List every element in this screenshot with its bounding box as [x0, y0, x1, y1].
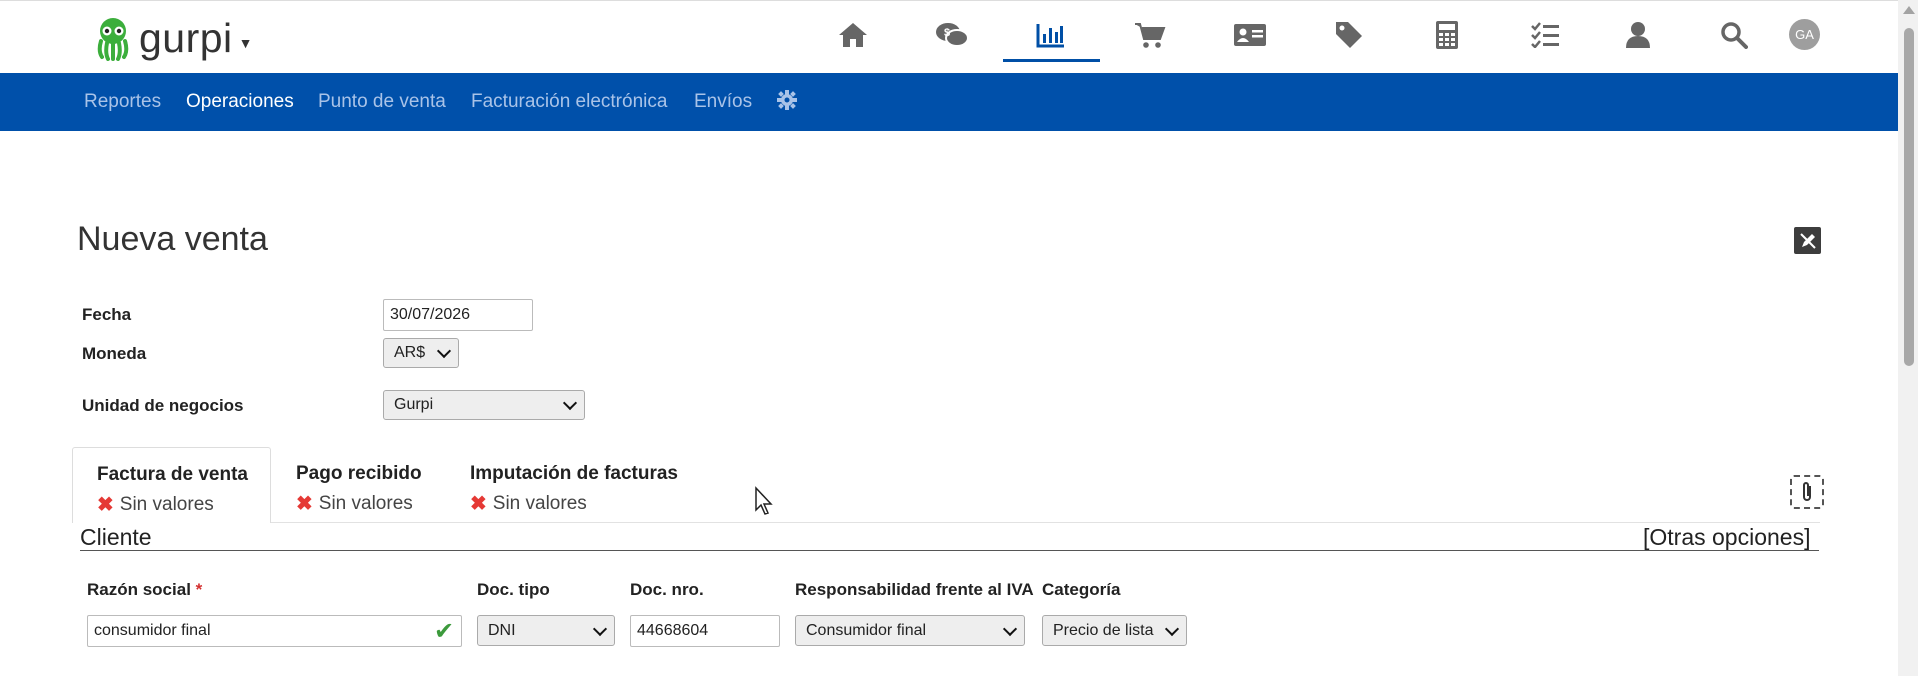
- fecha-input[interactable]: [383, 299, 533, 331]
- subnav-item-envios[interactable]: Envíos: [694, 91, 752, 113]
- fecha-label: Fecha: [82, 305, 132, 324]
- pencil-off-icon: [1799, 232, 1816, 249]
- chat-money-icon[interactable]: $: [934, 17, 970, 53]
- paperclip-icon: [1803, 482, 1811, 501]
- categoria-select[interactable]: Precio de lista: [1042, 615, 1187, 646]
- active-nav-indicator: [1003, 59, 1100, 62]
- resp-iva-label: Responsabilidad frente al IVA: [795, 580, 1034, 599]
- octopus-logo-icon: [97, 17, 129, 61]
- doc-tipo-value: DNI: [488, 621, 516, 639]
- avatar[interactable]: GA: [1789, 19, 1820, 50]
- cliente-section-title: Cliente: [80, 524, 152, 550]
- unidad-select[interactable]: Gurpi: [383, 390, 585, 420]
- tab-status-text: Sin valores: [119, 493, 214, 515]
- unidad-value: Gurpi: [394, 396, 434, 413]
- sub-nav-bar: Reportes Operaciones Punto de venta Fact…: [0, 73, 1898, 131]
- app-logo[interactable]: gurpi ▼: [95, 15, 253, 62]
- svg-text:$: $: [944, 27, 950, 39]
- moneda-value: AR$: [394, 344, 426, 361]
- categoria-label: Categoría: [1042, 580, 1121, 599]
- top-bar: gurpi ▼ $ GA: [0, 0, 1898, 73]
- edit-button[interactable]: [1794, 227, 1821, 254]
- moneda-select[interactable]: AR$: [383, 338, 459, 368]
- subnav-item-facturacion[interactable]: Facturación electrónica: [471, 91, 667, 113]
- bar-chart-icon[interactable]: [1033, 17, 1069, 53]
- tab-title: Pago recibido: [296, 463, 422, 484]
- gear-icon[interactable]: [776, 89, 798, 117]
- tab-title: Factura de venta: [97, 464, 248, 485]
- home-icon[interactable]: [835, 17, 871, 53]
- search-icon[interactable]: [1716, 17, 1752, 53]
- checklist-icon[interactable]: [1527, 17, 1563, 53]
- tab-imputacion-de-facturas[interactable]: Imputación de facturas ✖ Sin valores: [446, 447, 702, 523]
- tab-status: ✖ Sin valores: [470, 491, 678, 516]
- section-divider: [80, 550, 1819, 551]
- scroll-up-arrow-icon[interactable]: [1903, 6, 1915, 14]
- doc-nro-label: Doc. nro.: [630, 580, 704, 599]
- calculator-icon[interactable]: [1429, 17, 1465, 53]
- tab-title: Imputación de facturas: [470, 463, 678, 484]
- cart-icon[interactable]: [1132, 17, 1168, 53]
- doc-tipo-label: Doc. tipo: [477, 580, 550, 599]
- chevron-down-icon: [1164, 621, 1180, 636]
- chevron-down-icon: [592, 621, 608, 636]
- unidad-label: Unidad de negocios: [82, 396, 244, 415]
- doc-tipo-select[interactable]: DNI: [477, 615, 615, 646]
- scrollbar-thumb[interactable]: [1904, 28, 1914, 366]
- app-name: gurpi: [139, 15, 233, 61]
- doc-nro-input[interactable]: [630, 615, 780, 647]
- resp-iva-value: Consumidor final: [806, 621, 927, 639]
- tab-pago-recibido[interactable]: Pago recibido ✖ Sin valores: [272, 447, 446, 523]
- resp-iva-select[interactable]: Consumidor final: [795, 615, 1025, 646]
- x-mark-icon: ✖: [296, 493, 313, 515]
- mouse-cursor-icon: [755, 486, 773, 515]
- subnav-item-punto-de-venta[interactable]: Punto de venta: [318, 91, 446, 113]
- required-mark: *: [195, 580, 203, 599]
- tab-factura-de-venta[interactable]: Factura de venta ✖ Sin valores: [72, 447, 271, 523]
- razon-social-input[interactable]: [87, 615, 462, 647]
- tag-icon[interactable]: [1331, 17, 1367, 53]
- tab-status-text: Sin valores: [492, 492, 587, 514]
- user-icon[interactable]: [1620, 17, 1656, 53]
- checkmark-icon: ✔: [434, 618, 455, 645]
- subnav-item-operaciones[interactable]: Operaciones: [186, 91, 294, 113]
- categoria-value: Precio de lista: [1053, 621, 1154, 639]
- razon-social-label-text: Razón social: [87, 580, 191, 599]
- x-mark-icon: ✖: [97, 494, 114, 516]
- chevron-down-icon: [562, 395, 578, 411]
- otras-opciones-link[interactable]: [Otras opciones]: [1643, 524, 1810, 551]
- tab-status: ✖ Sin valores: [296, 491, 422, 516]
- moneda-label: Moneda: [82, 344, 147, 363]
- chevron-down-icon: [1002, 621, 1018, 636]
- page-title: Nueva venta: [77, 220, 268, 258]
- caret-down-icon: ▼: [238, 34, 253, 51]
- tab-status-text: Sin valores: [318, 492, 413, 514]
- chevron-down-icon: [436, 343, 452, 359]
- x-mark-icon: ✖: [470, 493, 487, 515]
- razon-social-label: Razón social *: [87, 580, 202, 600]
- contact-card-icon[interactable]: [1232, 17, 1268, 53]
- subnav-item-reportes[interactable]: Reportes: [84, 91, 161, 113]
- attach-button[interactable]: [1790, 475, 1824, 509]
- tab-status: ✖ Sin valores: [97, 492, 246, 517]
